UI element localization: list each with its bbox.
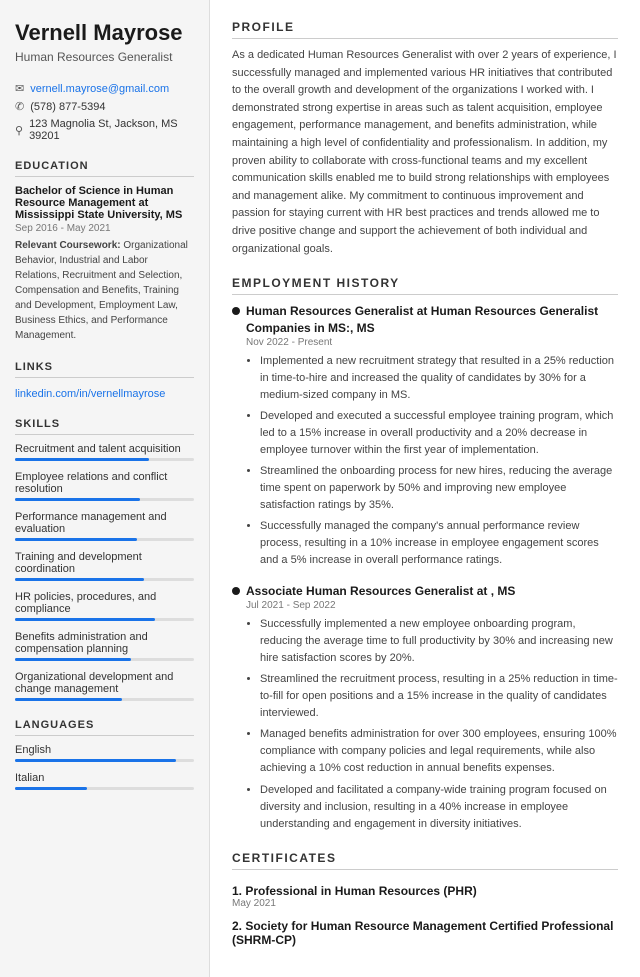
skill-bar-fill (15, 698, 122, 701)
skill-label: Employee relations and conflict resoluti… (15, 471, 194, 495)
job-entry: Human Resources Generalist at Human Reso… (232, 303, 618, 569)
address-text: 123 Magnolia St, Jackson, MS 39201 (29, 118, 194, 142)
certificates-heading: CERTIFICATES (232, 851, 618, 870)
skill-bar-bg (15, 658, 194, 661)
skill-item: Organizational development and change ma… (15, 671, 194, 701)
job-entry: Associate Human Resources Generalist at … (232, 583, 618, 832)
skill-label: Recruitment and talent acquisition (15, 443, 194, 455)
languages-heading: LANGUAGES (15, 719, 194, 736)
job-bullet: Managed benefits administration for over… (260, 726, 618, 777)
skill-bar-bg (15, 498, 194, 501)
skill-bar-fill (15, 458, 149, 461)
education-heading: EDUCATION (15, 160, 194, 177)
resume-container: Vernell Mayrose Human Resources Generali… (0, 0, 640, 977)
employment-list: Human Resources Generalist at Human Reso… (232, 303, 618, 833)
cert-title: 2. Society for Human Resource Management… (232, 919, 618, 947)
skill-item: Training and development coordination (15, 551, 194, 581)
language-bar-bg (15, 759, 194, 762)
job-bullet: Successfully managed the company's annua… (260, 518, 618, 569)
phone-icon: ✆ (15, 100, 24, 113)
location-icon: ⚲ (15, 124, 23, 137)
contact-phone: ✆ (578) 877-5394 (15, 100, 194, 113)
cert-item: 2. Society for Human Resource Management… (232, 919, 618, 947)
profile-heading: PROFILE (232, 20, 618, 39)
skill-item: Performance management and evaluation (15, 511, 194, 541)
language-label: Italian (15, 772, 194, 784)
skill-label: Training and development coordination (15, 551, 194, 575)
sidebar: Vernell Mayrose Human Resources Generali… (0, 0, 210, 977)
skill-bar-fill (15, 578, 144, 581)
job-bullet: Implemented a new recruitment strategy t… (260, 353, 618, 404)
language-bar-fill (15, 759, 176, 762)
skill-bar-bg (15, 698, 194, 701)
skill-item: Benefits administration and compensation… (15, 631, 194, 661)
job-date: Jul 2021 - Sep 2022 (246, 600, 618, 611)
skill-bar-fill (15, 498, 140, 501)
job-bullets: Successfully implemented a new employee … (246, 616, 618, 833)
skill-bar-bg (15, 578, 194, 581)
skill-bar-fill (15, 538, 137, 541)
skill-item: Recruitment and talent acquisition (15, 443, 194, 461)
links-heading: LINKS (15, 361, 194, 378)
candidate-title: Human Resources Generalist (15, 50, 194, 64)
cert-date: May 2021 (232, 898, 618, 909)
skill-label: Benefits administration and compensation… (15, 631, 194, 655)
job-title: Human Resources Generalist at Human Reso… (246, 303, 618, 337)
main-content: PROFILE As a dedicated Human Resources G… (210, 0, 640, 977)
coursework-label: Relevant Coursework: (15, 240, 121, 251)
skill-bar-bg (15, 618, 194, 621)
email-icon: ✉ (15, 82, 24, 95)
job-date: Nov 2022 - Present (246, 337, 618, 348)
contact-email: ✉ vernell.mayrose@gmail.com (15, 82, 194, 95)
skill-bar-fill (15, 618, 155, 621)
skill-label: Organizational development and change ma… (15, 671, 194, 695)
language-bar-bg (15, 787, 194, 790)
language-item: English (15, 744, 194, 762)
education-dates: Sep 2016 - May 2021 (15, 223, 194, 234)
skill-bar-bg (15, 458, 194, 461)
profile-text: As a dedicated Human Resources Generalis… (232, 47, 618, 258)
job-dot (232, 587, 240, 595)
contact-address: ⚲ 123 Magnolia St, Jackson, MS 39201 (15, 118, 194, 142)
skill-item: Employee relations and conflict resoluti… (15, 471, 194, 501)
linkedin-link[interactable]: linkedin.com/in/vernellmayrose (15, 388, 165, 400)
job-dot (232, 307, 240, 315)
certificates-list: 1. Professional in Human Resources (PHR)… (232, 884, 618, 947)
skill-item: HR policies, procedures, and compliance (15, 591, 194, 621)
coursework-text: Organizational Behavior, Industrial and … (15, 240, 188, 341)
language-item: Italian (15, 772, 194, 790)
language-bar-fill (15, 787, 87, 790)
employment-heading: EMPLOYMENT HISTORY (232, 276, 618, 295)
linkedin-link-wrapper: linkedin.com/in/vernellmayrose (15, 386, 194, 400)
skills-heading: SKILLS (15, 418, 194, 435)
cert-title: 1. Professional in Human Resources (PHR) (232, 884, 618, 898)
skill-bar-bg (15, 538, 194, 541)
email-link[interactable]: vernell.mayrose@gmail.com (30, 83, 169, 95)
job-bullet: Streamlined the onboarding process for n… (260, 463, 618, 514)
skill-label: Performance management and evaluation (15, 511, 194, 535)
candidate-name: Vernell Mayrose (15, 20, 194, 46)
skills-list: Recruitment and talent acquisition Emplo… (15, 443, 194, 701)
education-degree: Bachelor of Science in Human Resource Ma… (15, 185, 194, 221)
job-bullet: Developed and executed a successful empl… (260, 408, 618, 459)
skill-label: HR policies, procedures, and compliance (15, 591, 194, 615)
language-label: English (15, 744, 194, 756)
phone-text: (578) 877-5394 (30, 101, 105, 113)
education-coursework: Relevant Coursework: Organizational Beha… (15, 238, 194, 343)
job-bullet: Successfully implemented a new employee … (260, 616, 618, 667)
job-bullet: Developed and facilitated a company-wide… (260, 782, 618, 833)
job-title: Associate Human Resources Generalist at … (246, 583, 618, 600)
skill-bar-fill (15, 658, 131, 661)
languages-list: English Italian (15, 744, 194, 790)
job-bullets: Implemented a new recruitment strategy t… (246, 353, 618, 570)
job-bullet: Streamlined the recruitment process, res… (260, 671, 618, 722)
